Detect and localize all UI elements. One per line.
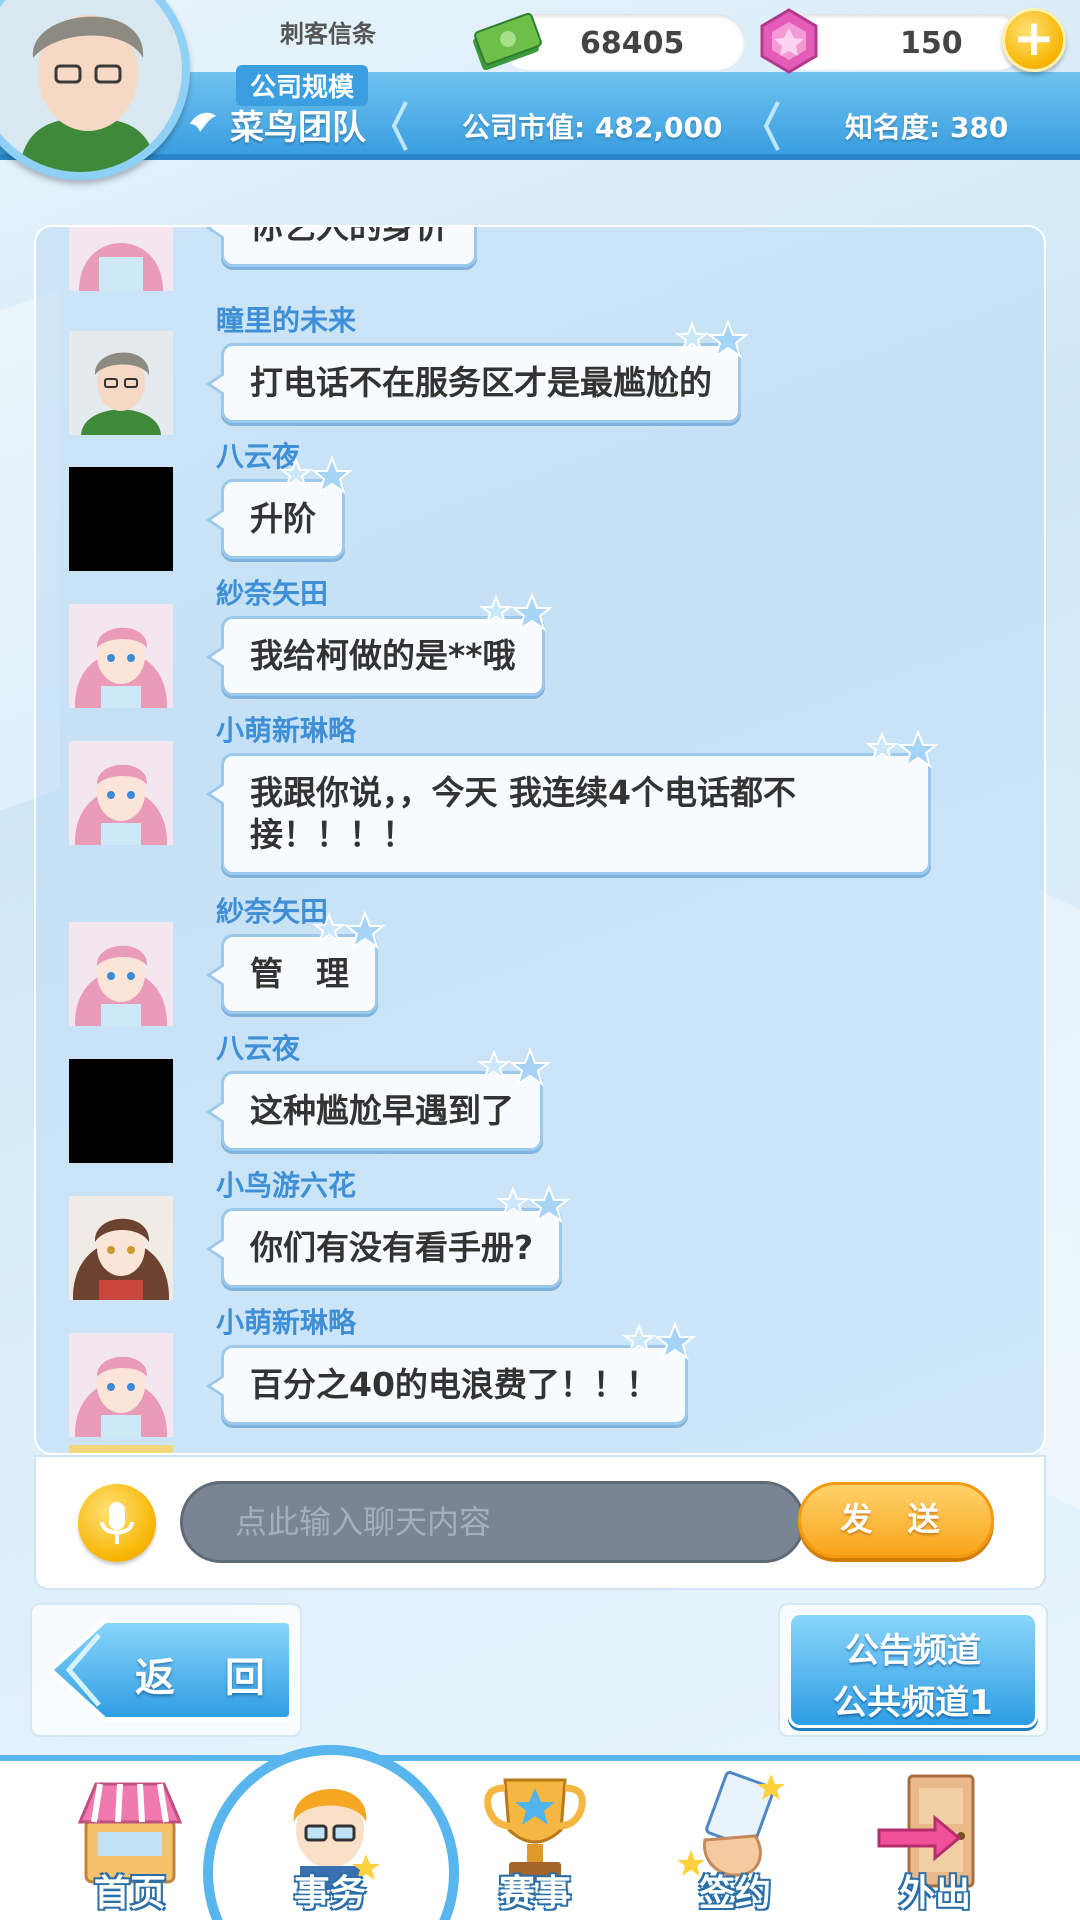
- microphone-icon: [100, 1502, 134, 1544]
- avatar[interactable]: [69, 1333, 173, 1437]
- avatar[interactable]: [69, 331, 173, 435]
- sender-name: 八云夜: [216, 1032, 301, 1065]
- team-rank: 菜鸟团队: [230, 108, 366, 148]
- fame-value: 知名度: 380: [845, 111, 1009, 144]
- star-decoration-icon: [675, 320, 749, 359]
- market-value: 公司市值: 482,000: [462, 111, 723, 144]
- avatar[interactable]: [69, 741, 173, 845]
- sender-name: 小萌新琳略: [216, 1306, 357, 1339]
- chat-bubble: 打电话不在服务区才是最尴尬的: [206, 320, 749, 423]
- avatar: [69, 1445, 173, 1453]
- message-text: 这种尴尬早遇到了: [250, 1091, 514, 1130]
- cash-icon: [473, 12, 542, 70]
- nav-item-affairs[interactable]: 事务: [255, 1770, 405, 1920]
- public-channel-label: 公共频道1: [833, 1683, 993, 1723]
- sender-name: 小鸟游六花: [216, 1169, 357, 1202]
- message-text: 升阶: [250, 499, 316, 538]
- chat-bubble: 我跟你说，，今天 我连续4个电话都不接！！！！: [206, 730, 939, 875]
- sender-name: 瞳里的未来: [216, 304, 357, 337]
- star-decoration-icon: [312, 911, 386, 950]
- chat-message-list[interactable]: 你艺人的身价 瞳里的未来 打电话不在服务区才是最尴尬的 八云夜 升阶 紗奈矢田 …: [36, 225, 1044, 1453]
- add-currency-button[interactable]: +: [1002, 8, 1066, 72]
- nav-item-events[interactable]: 赛事: [460, 1770, 610, 1920]
- message-text: 我跟你说，，今天 我连续4个电话都不接！！！！: [250, 773, 796, 854]
- chat-bubble: 百分之40的电浪费了！！！: [206, 1322, 696, 1425]
- top-header: 刺客信条 68405 150 + 公司规模 菜鸟团队 公司市值: 482,000: [0, 0, 1080, 180]
- star-decoration-icon: [496, 1185, 571, 1224]
- message-text: 你们有没有看手册?: [250, 1228, 534, 1267]
- sender-name: 小萌新琳略: [216, 714, 357, 747]
- chat-panel[interactable]: 你艺人的身价 瞳里的未来 打电话不在服务区才是最尴尬的 八云夜 升阶 紗奈矢田 …: [34, 225, 1046, 1455]
- nav-label: 首页: [93, 1873, 166, 1914]
- chat-bubble: 我给柯做的是**哦: [206, 593, 553, 696]
- nav-label: 事务: [293, 1873, 366, 1914]
- star-decoration-icon: [621, 1322, 696, 1361]
- currency-bar: 刺客信条 68405 150 +: [170, 0, 1080, 74]
- announcement-channel-label: 公告频道: [845, 1631, 981, 1671]
- star-decoration-icon: [279, 456, 353, 495]
- message-text: 打电话不在服务区才是最尴尬的: [250, 363, 712, 402]
- avatar[interactable]: [69, 1196, 173, 1300]
- gem-icon: [760, 8, 818, 74]
- avatar[interactable]: [69, 467, 173, 571]
- gem-display: 150: [760, 8, 1025, 74]
- avatar[interactable]: [69, 1059, 173, 1163]
- message-text: 百分之40的电浪费了！！！: [250, 1365, 659, 1404]
- player-name: 刺客信条: [280, 20, 376, 48]
- gem-value: 150: [900, 26, 963, 61]
- bird-icon: [190, 112, 216, 132]
- star-decoration-icon: [865, 730, 939, 769]
- nav-item-home[interactable]: 首页: [55, 1770, 205, 1920]
- nav-label: 外出: [898, 1873, 971, 1914]
- cash-value: 68405: [580, 26, 685, 61]
- chat-bubble: 你艺人的身价: [206, 225, 477, 267]
- back-button-label: 返 回: [135, 1655, 283, 1701]
- message-text: 你艺人的身价: [250, 225, 448, 246]
- avatar[interactable]: [69, 922, 173, 1026]
- chat-input-field[interactable]: [180, 1481, 805, 1563]
- nav-item-contract[interactable]: 签约: [660, 1770, 810, 1920]
- avatar[interactable]: [69, 604, 173, 708]
- message-text: 管 理: [250, 954, 349, 993]
- sender-name: 紗奈矢田: [216, 577, 329, 610]
- nav-item-outing[interactable]: 外出: [860, 1770, 1010, 1920]
- send-button[interactable]: 发 送: [798, 1482, 994, 1558]
- chat-bubble: 升阶: [206, 456, 353, 559]
- chat-bubble: 管 理: [206, 911, 386, 1014]
- background-shard: [1040, 890, 1080, 1510]
- voice-input-button[interactable]: [78, 1484, 156, 1562]
- channel-switch-button[interactable]: 公告频道 公共频道1: [788, 1612, 1038, 1728]
- star-decoration-icon: [478, 593, 553, 632]
- divider-chevron-icon: [391, 101, 408, 151]
- message-text: 我给柯做的是**哦: [250, 636, 516, 675]
- nav-label: 赛事: [498, 1873, 571, 1914]
- chat-bubble: 你们有没有看手册?: [205, 1185, 571, 1288]
- cash-display: 68405: [473, 12, 745, 70]
- chat-input-bar: 发 送: [34, 1455, 1046, 1590]
- nav-label: 签约: [698, 1873, 771, 1914]
- avatar: [69, 227, 173, 291]
- divider-chevron-icon: [763, 101, 780, 151]
- star-decoration-icon: [477, 1048, 551, 1087]
- chat-bubble: 这种尴尬早遇到了: [206, 1048, 551, 1151]
